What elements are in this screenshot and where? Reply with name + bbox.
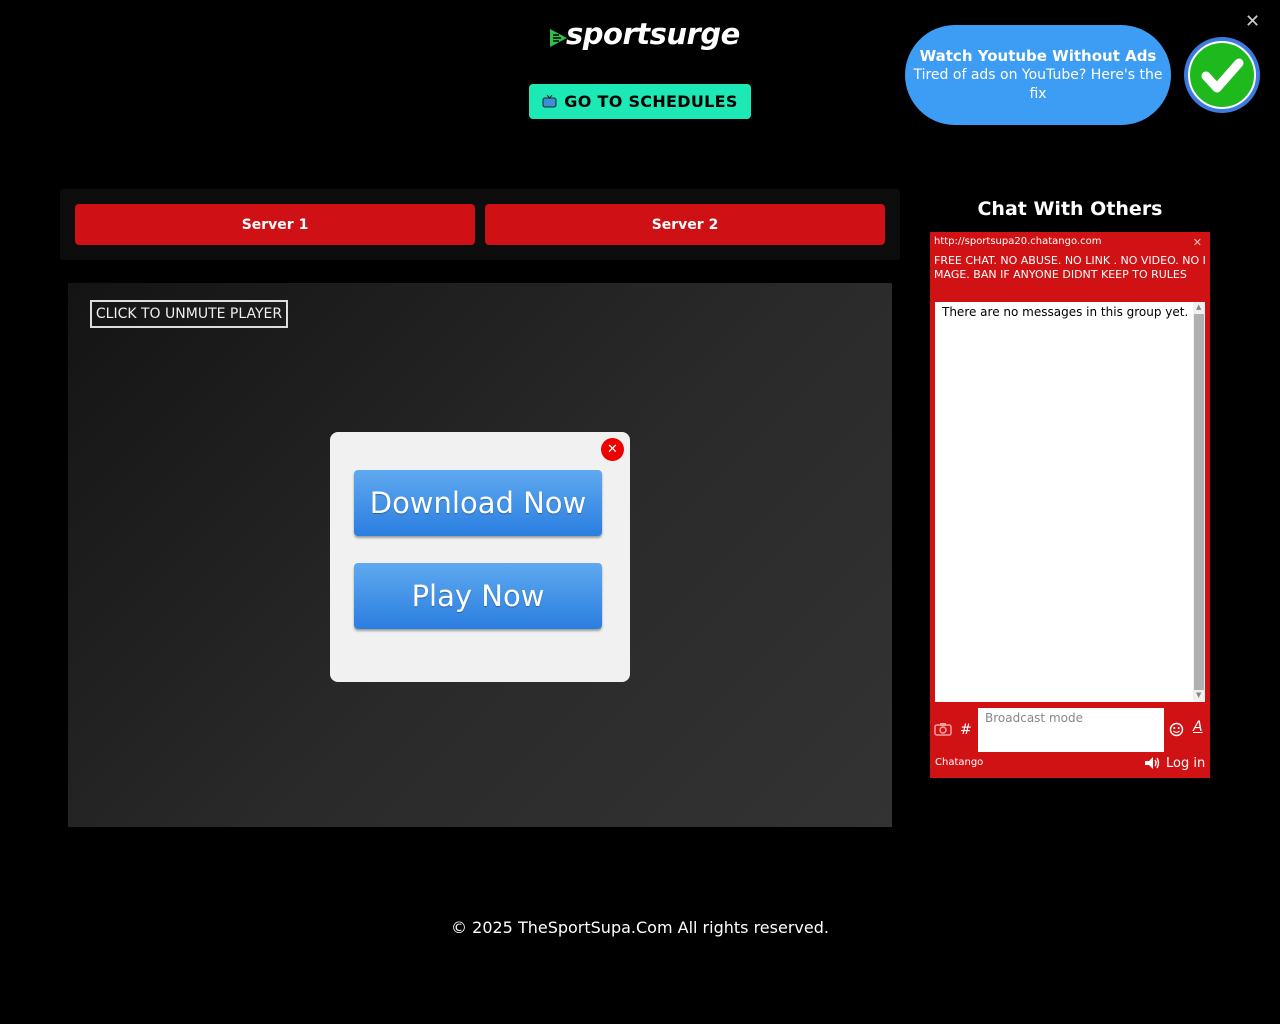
popup-ad: ✕ Download Now Play Now	[330, 432, 630, 682]
site-logo[interactable]: sportsurge	[548, 16, 740, 52]
youtube-ad-banner[interactable]: Watch Youtube Without Ads Tired of ads o…	[905, 25, 1171, 125]
server-selector: Server 1 Server 2	[60, 189, 900, 260]
chat-heading: Chat With Others	[977, 198, 1163, 220]
go-to-schedules-button[interactable]: GO TO SCHEDULES	[529, 84, 751, 119]
chat-widget: http://sportsupa20.chatango.com ✕ FREE C…	[930, 232, 1210, 778]
tv-icon	[542, 95, 557, 108]
scrollbar-thumb[interactable]	[1194, 314, 1204, 690]
camera-icon[interactable]	[934, 722, 952, 736]
ad-subtitle: Tired of ads on YouTube? Here's the fix	[913, 67, 1163, 102]
chat-empty-message: There are no messages in this group yet.	[942, 305, 1189, 319]
popup-close-icon[interactable]: ✕	[601, 438, 624, 461]
scroll-down-arrow-icon[interactable]: ▼	[1196, 691, 1201, 699]
play-now-button[interactable]: Play Now	[354, 563, 602, 629]
chat-scrollbar[interactable]: ▲ ▼	[1193, 302, 1205, 702]
emoji-icon[interactable]	[1169, 722, 1184, 737]
text-style-icon[interactable]: A	[1193, 719, 1203, 735]
logo-text: sportsurge	[566, 17, 740, 51]
server-1-button[interactable]: Server 1	[75, 204, 475, 245]
chat-input-placeholder: Broadcast mode	[985, 711, 1083, 725]
hashtag-icon[interactable]: #	[960, 722, 972, 738]
chat-messages-area: There are no messages in this group yet.	[935, 302, 1193, 702]
ad-title: Watch Youtube Without Ads	[919, 47, 1157, 65]
chat-url-link[interactable]: http://sportsupa20.chatango.com	[934, 236, 1101, 247]
ad-checkmark-icon[interactable]	[1184, 37, 1260, 113]
logo-play-icon	[550, 29, 567, 47]
scroll-up-arrow-icon[interactable]: ▲	[1196, 303, 1201, 311]
chat-close-icon[interactable]: ✕	[1193, 236, 1202, 249]
download-now-button[interactable]: Download Now	[354, 470, 602, 536]
schedules-label: GO TO SCHEDULES	[564, 92, 738, 111]
server-2-button[interactable]: Server 2	[485, 204, 885, 245]
ad-close-icon[interactable]: ✕	[1245, 12, 1260, 32]
chat-rules: FREE CHAT. NO ABUSE. NO LINK . NO VIDEO.…	[934, 254, 1206, 281]
chat-login-link[interactable]: Log in	[1166, 756, 1205, 771]
chatango-brand-link[interactable]: Chatango	[935, 757, 983, 768]
footer-copyright: © 2025 TheSportSupa.Com All rights reser…	[451, 918, 829, 937]
unmute-player-button[interactable]: CLICK TO UNMUTE PLAYER	[90, 300, 288, 328]
speaker-icon[interactable]	[1144, 756, 1160, 770]
chat-message-input[interactable]: Broadcast mode	[978, 708, 1164, 752]
